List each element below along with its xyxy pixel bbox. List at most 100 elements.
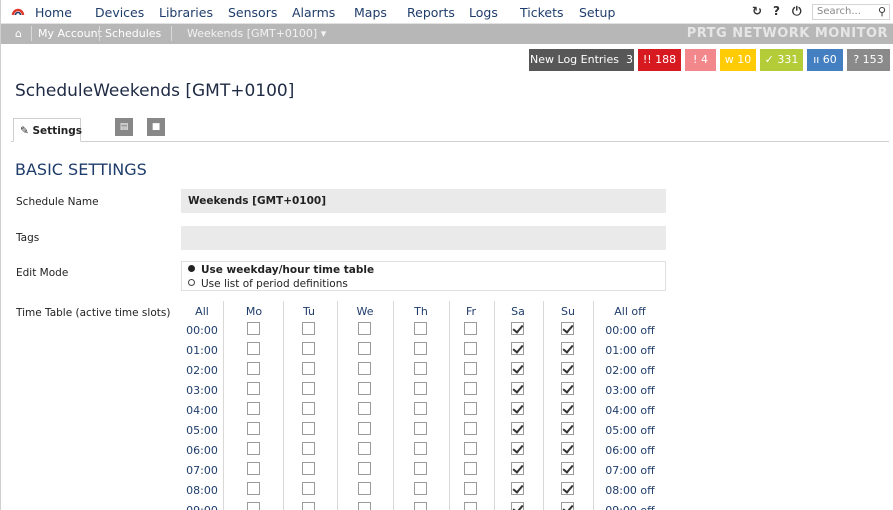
timeslot-checkbox[interactable] [302, 482, 315, 495]
timetable-hour-toggle[interactable]: 08:00 [181, 484, 223, 497]
timeslot-checkbox[interactable] [561, 482, 574, 495]
timetable-header-su[interactable]: Su [543, 305, 593, 318]
breadcrumb-my-account[interactable]: My Account [38, 27, 102, 40]
timeslot-checkbox[interactable] [511, 462, 524, 475]
timeslot-checkbox[interactable] [464, 342, 477, 355]
tab-settings[interactable]: ✎ Settings [13, 118, 82, 142]
timetable-hour-toggle[interactable]: 06:00 [181, 444, 223, 457]
timetable-hour-toggle[interactable]: 09:00 [181, 504, 223, 510]
timeslot-checkbox[interactable] [247, 402, 260, 415]
timeslot-checkbox[interactable] [302, 442, 315, 455]
timeslot-checkbox[interactable] [561, 502, 574, 510]
timeslot-checkbox[interactable] [464, 402, 477, 415]
timeslot-checkbox[interactable] [464, 502, 477, 510]
timetable-hour-off-link[interactable]: 06:00 off [594, 444, 666, 457]
timeslot-checkbox[interactable] [464, 422, 477, 435]
timeslot-checkbox[interactable] [247, 342, 260, 355]
timetable-hour-off-link[interactable]: 07:00 off [594, 464, 666, 477]
status-warning-badge[interactable]: w 10 [720, 49, 756, 71]
timeslot-checkbox[interactable] [302, 422, 315, 435]
timeslot-checkbox[interactable] [302, 362, 315, 375]
timeslot-checkbox[interactable] [358, 382, 371, 395]
timeslot-checkbox[interactable] [302, 502, 315, 510]
timeslot-checkbox[interactable] [358, 462, 371, 475]
timeslot-checkbox[interactable] [358, 362, 371, 375]
nav-reports[interactable]: Reports [407, 5, 455, 20]
home-icon[interactable]: ⌂ [15, 27, 22, 40]
timeslot-checkbox[interactable] [247, 442, 260, 455]
history-icon[interactable]: ■ [147, 118, 165, 136]
timeslot-checkbox[interactable] [358, 482, 371, 495]
timetable-hour-toggle[interactable]: 03:00 [181, 384, 223, 397]
prtg-logo-icon[interactable] [11, 4, 25, 18]
help-icon[interactable]: ? [773, 4, 780, 18]
timetable-header-mo[interactable]: Mo [224, 305, 284, 318]
nav-home[interactable]: Home [35, 5, 72, 20]
timeslot-checkbox[interactable] [302, 322, 315, 335]
nav-maps[interactable]: Maps [354, 5, 387, 20]
timeslot-checkbox[interactable] [561, 422, 574, 435]
timeslot-checkbox[interactable] [414, 362, 427, 375]
timeslot-checkbox[interactable] [561, 342, 574, 355]
timetable-header-tu[interactable]: Tu [282, 305, 336, 318]
status-partial-badge[interactable]: ! 4 [685, 49, 716, 71]
timetable-hour-off-link[interactable]: 09:00 off [594, 504, 666, 510]
timeslot-checkbox[interactable] [511, 422, 524, 435]
nav-logs[interactable]: Logs [469, 5, 498, 20]
timeslot-checkbox[interactable] [561, 382, 574, 395]
timeslot-checkbox[interactable] [414, 422, 427, 435]
timeslot-checkbox[interactable] [511, 382, 524, 395]
timeslot-checkbox[interactable] [247, 322, 260, 335]
tags-field[interactable] [181, 226, 666, 250]
timeslot-checkbox[interactable] [414, 482, 427, 495]
timetable-hour-toggle[interactable]: 07:00 [181, 464, 223, 477]
timeslot-checkbox[interactable] [464, 462, 477, 475]
breadcrumb-current[interactable]: Weekends [GMT+0100] ▾ [187, 27, 326, 40]
timeslot-checkbox[interactable] [358, 342, 371, 355]
nav-alarms[interactable]: Alarms [292, 5, 335, 20]
timeslot-checkbox[interactable] [358, 442, 371, 455]
nav-libraries[interactable]: Libraries [159, 5, 213, 20]
timeslot-checkbox[interactable] [414, 382, 427, 395]
timeslot-checkbox[interactable] [464, 382, 477, 395]
timeslot-checkbox[interactable] [511, 442, 524, 455]
search-icon[interactable]: ⚲ [878, 5, 886, 18]
timetable-header-all[interactable]: All [181, 305, 223, 318]
timetable-hour-toggle[interactable]: 05:00 [181, 424, 223, 437]
timetable-hour-toggle[interactable]: 04:00 [181, 404, 223, 417]
timeslot-checkbox[interactable] [464, 362, 477, 375]
timeslot-checkbox[interactable] [511, 362, 524, 375]
timeslot-checkbox[interactable] [247, 422, 260, 435]
timeslot-checkbox[interactable] [358, 422, 371, 435]
timeslot-checkbox[interactable] [247, 482, 260, 495]
timeslot-checkbox[interactable] [302, 462, 315, 475]
timeslot-checkbox[interactable] [414, 442, 427, 455]
nav-setup[interactable]: Setup [579, 5, 615, 20]
timeslot-checkbox[interactable] [511, 322, 524, 335]
timeslot-checkbox[interactable] [414, 502, 427, 510]
nav-tickets[interactable]: Tickets [520, 5, 564, 20]
timetable-hour-toggle[interactable]: 01:00 [181, 344, 223, 357]
timetable-hour-toggle[interactable]: 02:00 [181, 364, 223, 377]
timetable-hour-toggle[interactable]: 00:00 [181, 324, 223, 337]
timeslot-checkbox[interactable] [561, 402, 574, 415]
timetable-hour-off-link[interactable]: 02:00 off [594, 364, 666, 377]
status-up-badge[interactable]: ✓ 331 [760, 49, 803, 71]
timeslot-checkbox[interactable] [302, 342, 315, 355]
power-icon[interactable]: ⏻ [792, 4, 802, 19]
timeslot-checkbox[interactable] [247, 382, 260, 395]
timeslot-checkbox[interactable] [414, 462, 427, 475]
timeslot-checkbox[interactable] [511, 502, 524, 510]
timeslot-checkbox[interactable] [358, 502, 371, 510]
status-unknown-badge[interactable]: ? 153 [847, 49, 890, 71]
timeslot-checkbox[interactable] [414, 402, 427, 415]
nav-sensors[interactable]: Sensors [228, 5, 277, 20]
timeslot-checkbox[interactable] [414, 322, 427, 335]
timeslot-checkbox[interactable] [511, 482, 524, 495]
timetable-hour-off-link[interactable]: 08:00 off [594, 484, 666, 497]
timeslot-checkbox[interactable] [302, 382, 315, 395]
timeslot-checkbox[interactable] [464, 322, 477, 335]
timetable-header-sa[interactable]: Sa [494, 305, 543, 318]
timeslot-checkbox[interactable] [561, 462, 574, 475]
timeslot-checkbox[interactable] [511, 402, 524, 415]
